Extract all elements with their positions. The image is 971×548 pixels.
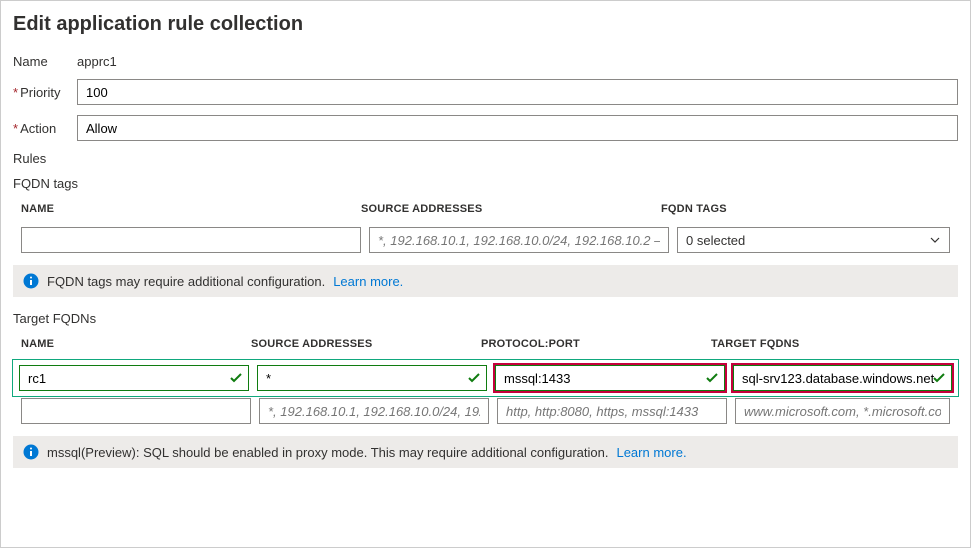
target-fqdns-info-bar: mssql(Preview): SQL should be enabled in…	[13, 436, 958, 468]
col-header-src: SOURCE ADDRESSES	[251, 338, 481, 350]
info-icon	[23, 444, 39, 460]
tf-proto-input[interactable]	[495, 365, 725, 391]
col-header-name: NAME	[21, 203, 361, 215]
rules-label: Rules	[13, 151, 958, 166]
action-label: *Action	[13, 121, 69, 136]
col-header-tags: FQDN TAGS	[661, 203, 950, 215]
page-title: Edit application rule collection	[13, 13, 958, 36]
target-fqdns-label: Target FQDNs	[13, 311, 958, 326]
priority-label: *Priority	[13, 85, 69, 100]
fqdn-info-text: FQDN tags may require additional configu…	[47, 274, 325, 289]
tf-target-input[interactable]	[733, 365, 952, 391]
action-input[interactable]	[77, 115, 958, 141]
fqdn-tags-selected: 0 selected	[686, 233, 745, 248]
target-info-text: mssql(Preview): SQL should be enabled in…	[47, 445, 608, 460]
fqdn-name-input[interactable]	[21, 227, 361, 253]
fqdn-tags-table: NAME SOURCE ADDRESSES FQDN TAGS 0 select…	[13, 197, 958, 255]
col-header-name: NAME	[21, 338, 251, 350]
table-row	[13, 396, 958, 426]
priority-row: *Priority	[13, 79, 958, 105]
target-fqdns-table: NAME SOURCE ADDRESSES PROTOCOL:PORT TARG…	[13, 332, 958, 426]
required-star: *	[13, 85, 18, 100]
tf-src-input[interactable]	[257, 365, 487, 391]
name-value: apprc1	[77, 54, 117, 69]
required-star: *	[13, 121, 18, 136]
col-header-proto: PROTOCOL:PORT	[481, 338, 711, 350]
table-row	[13, 360, 958, 396]
name-row: Name apprc1	[13, 54, 958, 69]
fqdn-learn-more-link[interactable]: Learn more.	[333, 274, 403, 289]
fqdn-src-input[interactable]	[369, 227, 669, 253]
tf-src-input-blank[interactable]	[259, 398, 489, 424]
col-header-target: TARGET FQDNS	[711, 338, 950, 350]
tf-name-input-blank[interactable]	[21, 398, 251, 424]
col-header-src: SOURCE ADDRESSES	[361, 203, 661, 215]
chevron-down-icon	[929, 234, 941, 246]
fqdn-tags-dropdown[interactable]: 0 selected	[677, 227, 950, 253]
tf-proto-input-blank[interactable]	[497, 398, 727, 424]
name-label: Name	[13, 54, 69, 69]
tf-target-input-blank[interactable]	[735, 398, 950, 424]
tf-name-input[interactable]	[19, 365, 249, 391]
action-row: *Action	[13, 115, 958, 141]
target-learn-more-link[interactable]: Learn more.	[616, 445, 686, 460]
fqdn-tags-label: FQDN tags	[13, 176, 958, 191]
fqdn-info-bar: FQDN tags may require additional configu…	[13, 265, 958, 297]
info-icon	[23, 273, 39, 289]
priority-input[interactable]	[77, 79, 958, 105]
